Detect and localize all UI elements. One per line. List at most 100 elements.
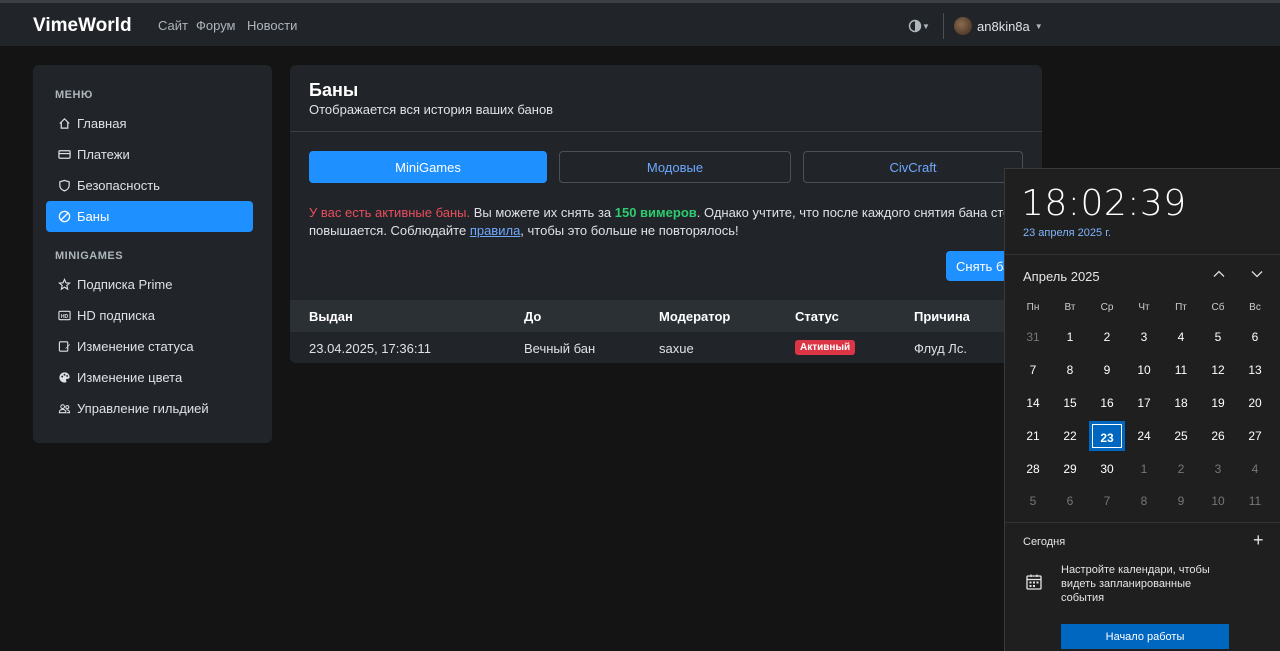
ban-icon [57,210,71,224]
calendar-day[interactable]: 4 [1237,454,1273,484]
cell-until: Вечный бан [524,341,596,356]
calendar-day[interactable]: 18 [1163,388,1199,418]
calendar-day[interactable]: 9 [1163,486,1199,516]
calendar-day[interactable]: 25 [1163,421,1199,451]
brand-logo[interactable]: VimeWorld [33,15,132,37]
edit-status-icon [57,340,71,354]
column-header-status: Статус [795,309,839,324]
nav-link-news[interactable]: Новости [247,18,297,33]
add-event-button[interactable]: + [1253,530,1264,551]
calendar-day[interactable]: 22 [1052,421,1088,451]
calendar-day[interactable]: 24 [1126,421,1162,451]
calendar-day[interactable]: 17 [1126,388,1162,418]
sidebar-item-guild[interactable]: Управление гильдией [46,393,253,424]
clock-date[interactable]: 23 апреля 2025 г. [1023,227,1111,239]
calendar-day[interactable]: 28 [1015,454,1051,484]
user-menu[interactable]: an8kin8a ▼ [954,17,1043,35]
tab-modded[interactable]: Модовые [559,151,791,183]
nav-link-site[interactable]: Сайт [158,18,188,33]
calendar-day[interactable]: 1 [1052,322,1088,352]
tab-minigames[interactable]: MiniGames [309,151,547,183]
sidebar-item-label: Платежи [77,147,130,162]
calendar-day[interactable]: 7 [1015,355,1051,385]
calendar-day[interactable]: 13 [1237,355,1273,385]
sidebar-item-hd[interactable]: HD HD подписка [46,300,253,331]
calendar-day[interactable]: 19 [1200,388,1236,418]
calendar-day[interactable]: 31 [1015,322,1051,352]
page-subtitle: Отображается вся история ваших банов [309,102,554,117]
notice-text: Вы можете их снять за [470,205,615,220]
calendar-day[interactable]: 3 [1200,454,1236,484]
calendar-day-today[interactable]: 23 [1089,421,1125,451]
calendar-day[interactable]: 30 [1089,454,1125,484]
calendar-day[interactable]: 2 [1163,454,1199,484]
rules-link[interactable]: правила [470,223,520,238]
calendar-day[interactable]: 26 [1200,421,1236,451]
calendar-day[interactable]: 7 [1089,486,1125,516]
sidebar-item-status[interactable]: Изменение статуса [46,331,253,362]
calendar-day[interactable]: 14 [1015,388,1051,418]
divider [1005,522,1280,523]
shield-icon [57,179,71,193]
calendar-day[interactable]: 29 [1052,454,1088,484]
unban-price: 150 вимеров [614,205,697,220]
table-header: Выдан До Модератор Статус Причина [290,300,1042,332]
calendar-day[interactable]: 10 [1200,486,1236,516]
sidebar-item-label: Главная [77,116,127,131]
calendar-day[interactable]: 6 [1052,486,1088,516]
next-month-button[interactable] [1249,267,1265,283]
sidebar-item-security[interactable]: Безопасность [46,170,253,201]
calendar-day[interactable]: 5 [1015,486,1051,516]
calendar-day[interactable]: 10 [1126,355,1162,385]
tab-civcraft[interactable]: CivCraft [803,151,1023,183]
calendar-day[interactable]: 5 [1200,322,1236,352]
divider [1005,254,1280,255]
sidebar-item-color[interactable]: Изменение цвета [46,362,253,393]
calendar-day[interactable]: 2 [1089,322,1125,352]
theme-toggle-button[interactable]: ▼ [908,17,932,35]
weekday-label: Пт [1175,302,1187,313]
active-bans-warning: У вас есть активные баны. [309,205,471,220]
divider [290,131,1042,132]
sidebar-item-label: Изменение статуса [77,339,194,354]
calendar-day[interactable]: 3 [1126,322,1162,352]
calendar-day[interactable]: 15 [1052,388,1088,418]
calendar-day[interactable]: 12 [1200,355,1236,385]
cell-issued: 23.04.2025, 17:36:11 [309,341,431,356]
sidebar-item-payments[interactable]: Платежи [46,139,253,170]
previous-month-button[interactable] [1211,267,1227,283]
weekday-label: Чт [1138,302,1150,313]
sidebar-item-home[interactable]: Главная [46,108,253,139]
calendar-month[interactable]: Апрель 2025 [1023,269,1100,284]
sidebar-item-bans[interactable]: Баны [46,201,253,232]
calendar-day[interactable]: 21 [1015,421,1051,451]
calendar-day[interactable]: 20 [1237,388,1273,418]
navbar-divider [943,13,944,39]
calendar-day[interactable]: 9 [1089,355,1125,385]
chevron-down-icon: ▼ [922,22,930,31]
column-header-until: До [524,309,542,324]
calendar-day[interactable]: 1 [1126,454,1162,484]
today-label: Сегодня [1023,536,1066,548]
calendar-day[interactable]: 4 [1163,322,1199,352]
calendar-day[interactable]: 27 [1237,421,1273,451]
nav-link-forum[interactable]: Форум [196,18,236,33]
sidebar-item-label: Баны [77,209,110,224]
calendar-day[interactable]: 11 [1163,355,1199,385]
calendar-day[interactable]: 8 [1052,355,1088,385]
calendar-day[interactable]: 16 [1089,388,1125,418]
sidebar-item-prime[interactable]: Подписка Prime [46,269,253,300]
top-navbar: VimeWorld Сайт Форум Новости ▼ an8kin8a … [0,0,1280,46]
hd-icon: HD [57,309,71,323]
calendar-day[interactable]: 11 [1237,486,1273,516]
palette-icon [57,371,71,385]
calendar-day[interactable]: 6 [1237,322,1273,352]
column-header-issued: Выдан [309,309,353,324]
calendar-day[interactable]: 8 [1126,486,1162,516]
home-icon [57,117,71,131]
get-started-button[interactable]: Начало работы [1061,624,1229,649]
clock-time: 18:02:39 [1021,183,1187,224]
sidebar: МЕНЮ Главная Платежи Безопасность Баны M… [33,65,272,443]
weekday-label: Ср [1100,302,1114,313]
chevron-down-icon [1251,271,1263,278]
